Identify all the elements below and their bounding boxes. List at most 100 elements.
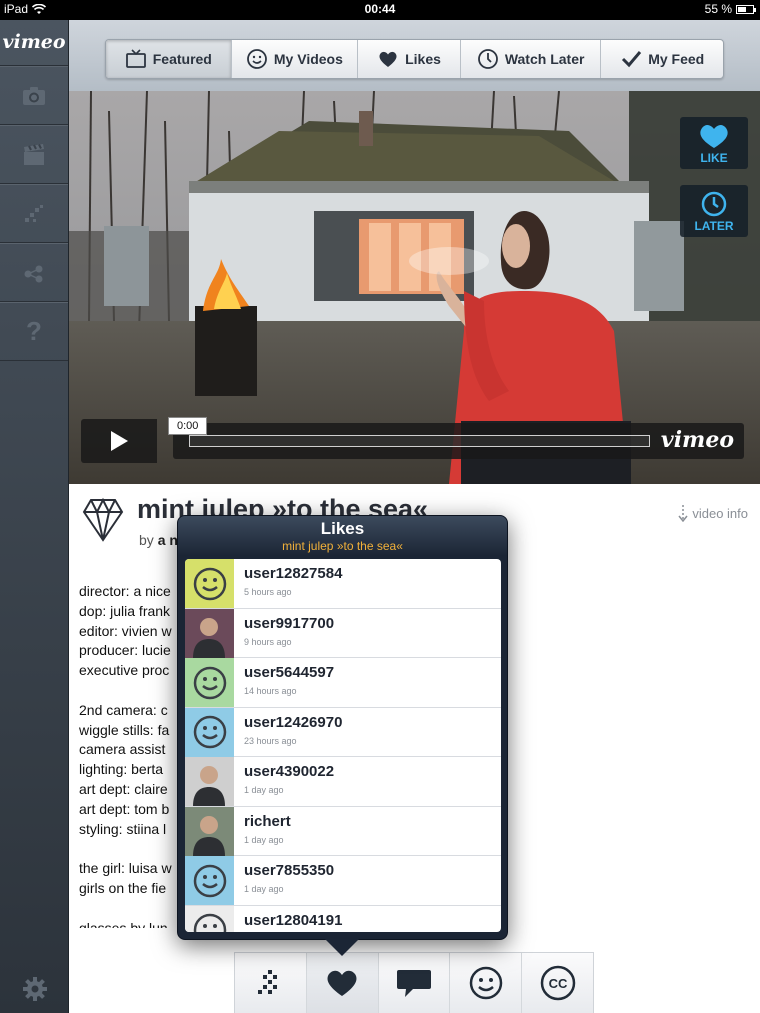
tv-icon xyxy=(125,49,146,68)
avatar xyxy=(185,806,234,856)
likes-button[interactable] xyxy=(306,953,379,1013)
like-timestamp: 1 day ago xyxy=(244,834,284,845)
tab-likes[interactable]: Likes xyxy=(358,40,461,78)
battery-fill xyxy=(738,6,746,12)
play-button[interactable] xyxy=(81,419,157,463)
like-user-text: user12804191 xyxy=(234,906,342,933)
avatar xyxy=(185,608,234,658)
app-root: iPad 00:44 55 % vimeo ? Featured My Vide… xyxy=(0,0,760,1013)
like-user-row[interactable]: user12827584 5 hours ago xyxy=(185,559,501,609)
watch-later-button[interactable]: LATER xyxy=(680,185,748,237)
like-user-row[interactable]: user12426970 23 hours ago xyxy=(185,707,501,757)
like-user-text: user4390022 1 day ago xyxy=(234,757,334,806)
like-user-row[interactable]: user4390022 1 day ago xyxy=(185,757,501,807)
smiley-icon xyxy=(193,666,226,699)
camera-icon xyxy=(23,86,45,105)
sidebar: vimeo ? xyxy=(0,20,69,1013)
like-user-text: user9917700 9 hours ago xyxy=(234,609,334,658)
status-right: 55 % xyxy=(705,2,756,16)
progress-bar[interactable]: vimeo xyxy=(173,423,744,459)
comments-button[interactable] xyxy=(379,953,451,1013)
gear-icon xyxy=(22,977,47,1001)
captions-button[interactable]: CC xyxy=(522,953,593,1013)
like-user-text: user12827584 5 hours ago xyxy=(234,559,342,608)
tab-label: Featured xyxy=(152,51,212,67)
profile-photo xyxy=(185,608,234,658)
like-button[interactable]: LIKE xyxy=(680,117,748,169)
like-user-row[interactable]: user5644597 14 hours ago xyxy=(185,658,501,708)
tab-label: My Feed xyxy=(648,51,705,67)
popover-title: Likes xyxy=(320,519,365,538)
likes-list[interactable]: user12827584 5 hours ago user9917700 9 hour… xyxy=(185,559,501,932)
sidebar-item-camera[interactable] xyxy=(0,66,68,125)
default-avatar xyxy=(185,658,234,707)
like-timestamp: 5 hours ago xyxy=(244,587,292,597)
smiley-icon xyxy=(469,966,503,1000)
like-timestamp: 1 day ago xyxy=(244,884,284,894)
smiley-icon xyxy=(193,864,226,897)
tab-featured[interactable]: Featured xyxy=(106,40,232,78)
like-username: user12804191 xyxy=(244,911,343,929)
sidebar-item-help[interactable]: ? xyxy=(0,302,68,361)
like-username: user12827584 xyxy=(244,565,343,582)
player-vimeo-logo[interactable]: vimeo xyxy=(661,427,734,453)
byline-prefix: by xyxy=(139,532,154,548)
smiley-icon xyxy=(193,715,226,749)
smiley-icon xyxy=(193,913,226,932)
popover-arrow xyxy=(325,939,359,956)
checkmark-icon xyxy=(622,51,642,68)
video-info-label: video info xyxy=(692,505,748,521)
like-timestamp: 1 day ago xyxy=(244,785,284,795)
heart-icon xyxy=(379,51,397,67)
tab-my-feed[interactable]: My Feed xyxy=(601,40,723,78)
like-timestamp: 14 hours ago xyxy=(244,686,297,696)
popover-subtitle: mint julep »to the sea« xyxy=(282,539,403,553)
arrow-down-icon xyxy=(678,505,688,522)
groups-icon xyxy=(24,265,43,282)
svg-text:CC: CC xyxy=(548,976,567,991)
like-user-row[interactable]: user9917700 9 hours ago xyxy=(185,608,501,658)
like-user-row[interactable]: richert 1 day ago xyxy=(185,806,501,856)
like-label: LIKE xyxy=(700,151,728,165)
status-bar: iPad 00:44 55 % xyxy=(0,0,760,20)
profile-photo xyxy=(185,806,234,856)
share-icon xyxy=(258,970,278,994)
sidebar-logo[interactable]: vimeo xyxy=(0,20,68,66)
clapperboard-icon xyxy=(24,143,44,165)
like-username: user12426970 xyxy=(244,713,343,731)
clock-icon xyxy=(701,191,727,217)
tab-watch-later[interactable]: Watch Later xyxy=(461,40,602,78)
clock-icon xyxy=(477,49,498,69)
like-timestamp: 23 hours ago xyxy=(244,735,297,746)
video-info-link[interactable]: video info xyxy=(678,504,748,522)
cc-icon: CC xyxy=(540,965,575,1001)
help-icon: ? xyxy=(26,316,42,346)
sidebar-item-groups[interactable] xyxy=(0,243,68,302)
sidebar-item-channels[interactable] xyxy=(0,184,68,243)
default-avatar xyxy=(185,905,234,932)
progress-track[interactable] xyxy=(189,435,650,447)
like-user-row[interactable]: user7855350 1 day ago xyxy=(185,856,501,906)
comment-icon xyxy=(396,970,431,997)
video-player[interactable]: LIKE LATER vimeo 0:00 xyxy=(69,91,760,484)
time-tooltip: 0:00 xyxy=(168,417,208,435)
tab-label: Watch Later xyxy=(504,51,585,67)
like-user-text: user5644597 14 hours ago xyxy=(234,658,334,707)
like-timestamp: 9 hours ago xyxy=(244,636,292,647)
like-username: user7855350 xyxy=(244,862,335,879)
tab-label: My Videos xyxy=(273,51,343,67)
battery-icon xyxy=(736,4,756,14)
share-button[interactable] xyxy=(235,953,307,1013)
channels-icon xyxy=(25,204,43,222)
channel-diamond-logo xyxy=(82,497,124,542)
settings-button[interactable] xyxy=(0,975,69,1003)
like-user-row[interactable]: user12804191 xyxy=(185,905,501,933)
sidebar-item-clapperboard[interactable] xyxy=(0,125,68,184)
user-button[interactable] xyxy=(450,953,523,1013)
status-time: 00:44 xyxy=(364,2,396,16)
like-username: richert xyxy=(244,812,291,830)
tab-my-videos[interactable]: My Videos xyxy=(232,40,359,78)
default-avatar xyxy=(185,856,234,905)
action-bar: CC xyxy=(234,952,594,1013)
play-icon xyxy=(111,431,128,451)
